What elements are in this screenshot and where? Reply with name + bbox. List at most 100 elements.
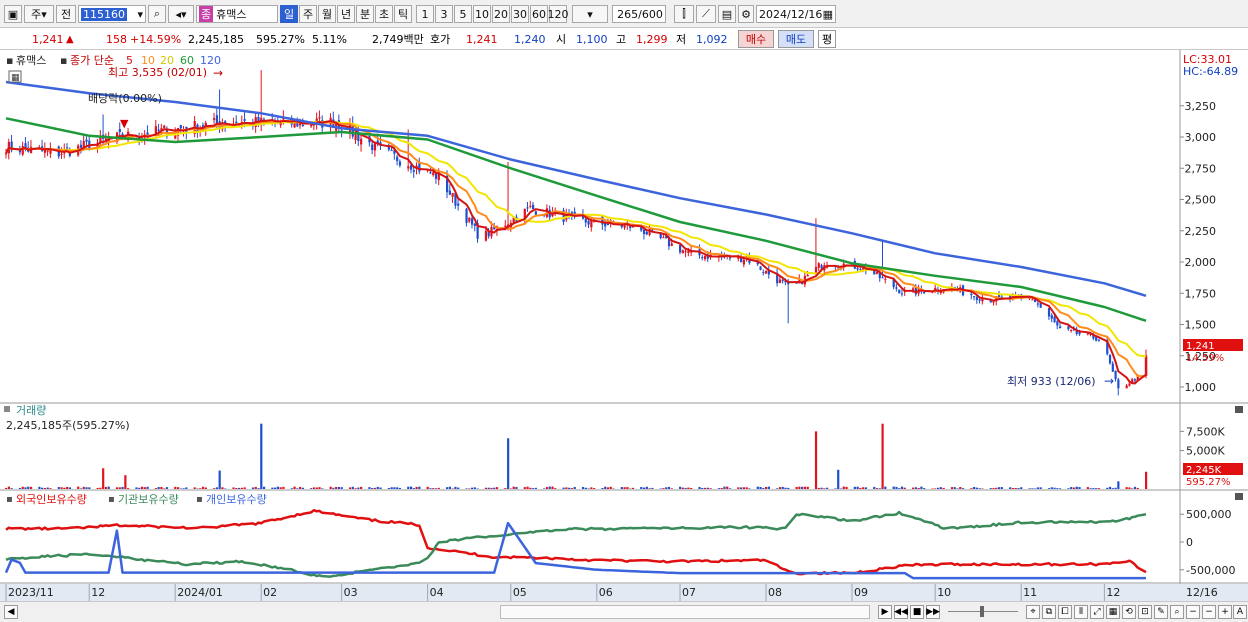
candle-body — [235, 122, 237, 124]
zoom-in-icon[interactable]: + — [1218, 605, 1232, 619]
count-field[interactable]: 265/600 — [612, 5, 666, 23]
volume-bar — [219, 471, 221, 489]
scroll-thumb[interactable] — [500, 605, 870, 619]
code-input[interactable]: 115160▾ — [78, 5, 146, 23]
expand-icon[interactable]: ⤢ — [1090, 605, 1104, 619]
speaker-icon[interactable]: ◂▾ — [168, 5, 194, 23]
fit-icon[interactable]: ⊡ — [1138, 605, 1152, 619]
eval-button[interactable]: 평 — [818, 30, 836, 48]
interval-tab-10[interactable]: 10 — [473, 5, 491, 23]
fast-forward-icon[interactable]: ▶▶ — [926, 605, 940, 619]
volume-title: 거래량 — [16, 404, 46, 417]
prev-button[interactable]: 전 — [56, 5, 76, 23]
volume-bar — [138, 488, 140, 489]
compare-icon[interactable]: ⧠ — [1058, 605, 1072, 619]
minus-icon[interactable]: − — [1202, 605, 1216, 619]
candle-body — [1048, 308, 1050, 316]
x-axis-label: 2024/01 — [177, 586, 223, 599]
x-axis-label: 03 — [344, 586, 358, 599]
layout-icon[interactable]: ▣ — [4, 5, 22, 23]
stock-chart[interactable]: 3,2503,0002,7502,5002,2502,0001,7501,500… — [0, 50, 1248, 601]
interval-tab-20[interactable]: 20 — [492, 5, 510, 23]
candle-body — [895, 287, 897, 288]
volume-bar — [574, 487, 576, 489]
copy-icon[interactable]: ⧉ — [1042, 605, 1056, 619]
period-tab-6[interactable]: 틱 — [394, 5, 412, 23]
market-select[interactable]: 주▾ — [24, 5, 54, 23]
period-tab-3[interactable]: 년 — [337, 5, 355, 23]
buy-button[interactable]: 매수 — [738, 30, 774, 48]
scroll-right-icon[interactable]: ▶ — [878, 605, 892, 619]
interval-tab-60[interactable]: 60 — [530, 5, 548, 23]
volume-panel-close-icon[interactable] — [1235, 406, 1243, 413]
restore-icon[interactable]: ⟲ — [1122, 605, 1136, 619]
interval-tab-30[interactable]: 30 — [511, 5, 529, 23]
volume-bar — [568, 488, 570, 489]
volume-bar — [1012, 488, 1014, 489]
last-price-label: 1,241 — [1186, 341, 1215, 352]
volume-bar — [837, 470, 839, 489]
volume-bar — [88, 487, 90, 489]
period-tab-4[interactable]: 분 — [356, 5, 374, 23]
price-tick-label: 1,000 — [1185, 381, 1217, 394]
zoom-out-icon[interactable]: − — [1186, 605, 1200, 619]
volume-bar — [748, 488, 750, 489]
candle-body — [901, 293, 903, 294]
x-axis-label: 06 — [599, 586, 613, 599]
period-tab-5[interactable]: 초 — [375, 5, 393, 23]
period-tab-2[interactable]: 월 — [318, 5, 336, 23]
interval-tab-3[interactable]: 3 — [435, 5, 453, 23]
interval-tab-120[interactable]: 120 — [549, 5, 567, 23]
chevron-down-icon: ▾ — [137, 8, 145, 21]
zoom-search-icon[interactable]: ⌕ — [1170, 605, 1184, 619]
interval-dropdown[interactable]: ▾ — [572, 5, 608, 23]
interval-tab-1[interactable]: 1 — [416, 5, 434, 23]
holdings-panel-close-icon[interactable] — [1235, 493, 1243, 500]
volume-bar — [374, 488, 376, 489]
period-tab-1[interactable]: 주 — [299, 5, 317, 23]
volume-bar — [1009, 487, 1011, 489]
horizontal-scrollbar[interactable]: ◀ ▶ ◀◀ ■ ▶▶ ⌖ ⧉ ⧠ ⫴ ⤢ ▦ ⟲ ⊡ ✎ ⌕ − − + A — [0, 601, 1248, 622]
volume-bar — [194, 487, 196, 489]
holdings-tick-label: -500,000 — [1186, 564, 1235, 577]
date-field[interactable]: 2024/12/16▦ — [756, 5, 836, 23]
volume-bar — [1001, 487, 1003, 489]
rewind-icon[interactable]: ◀◀ — [894, 605, 908, 619]
volume-bar — [205, 487, 207, 489]
zoom-slider-handle[interactable] — [980, 606, 984, 617]
period-tab-0[interactable]: 일 — [280, 5, 298, 23]
volume-bar — [943, 488, 945, 489]
volume-bar — [449, 487, 451, 489]
search-icon[interactable]: ⌕ — [148, 5, 166, 23]
candle-body — [1114, 371, 1116, 379]
candle-body — [1056, 321, 1058, 325]
grid-icon[interactable]: ▦ — [1106, 605, 1120, 619]
interval-tab-5[interactable]: 5 — [454, 5, 472, 23]
candle-icon[interactable]: ⫿ — [674, 5, 694, 23]
scroll-left-icon[interactable]: ◀ — [4, 605, 18, 619]
volume-bar — [1070, 487, 1072, 489]
save-icon[interactable]: ▤ — [718, 5, 736, 23]
crosshair-icon[interactable]: ⌖ — [1026, 605, 1040, 619]
volume-bar — [349, 487, 351, 489]
draw-icon[interactable]: ⟋ — [696, 5, 716, 23]
volume-bar — [302, 488, 304, 489]
font-size-icon[interactable]: A — [1233, 605, 1247, 619]
gear-icon[interactable]: ⚙ — [738, 5, 754, 23]
volume-bar — [571, 488, 573, 489]
stop-icon[interactable]: ■ — [910, 605, 924, 619]
candle-body — [158, 130, 160, 131]
volume-bar — [490, 488, 492, 489]
volume-bar — [526, 487, 528, 489]
volume-bar — [995, 488, 997, 489]
split-icon[interactable]: ⫴ — [1074, 605, 1088, 619]
volume-bar — [493, 488, 495, 489]
stock-name-field[interactable]: 종휴맥스 — [196, 5, 278, 23]
sell-button[interactable]: 매도 — [778, 30, 814, 48]
pen-icon[interactable]: ✎ — [1154, 605, 1168, 619]
up-arrow-icon: ▲ — [66, 31, 74, 47]
candle-body — [765, 271, 767, 274]
candle-body — [535, 211, 537, 214]
volume-bar — [368, 487, 370, 489]
volume-bar — [704, 488, 706, 489]
